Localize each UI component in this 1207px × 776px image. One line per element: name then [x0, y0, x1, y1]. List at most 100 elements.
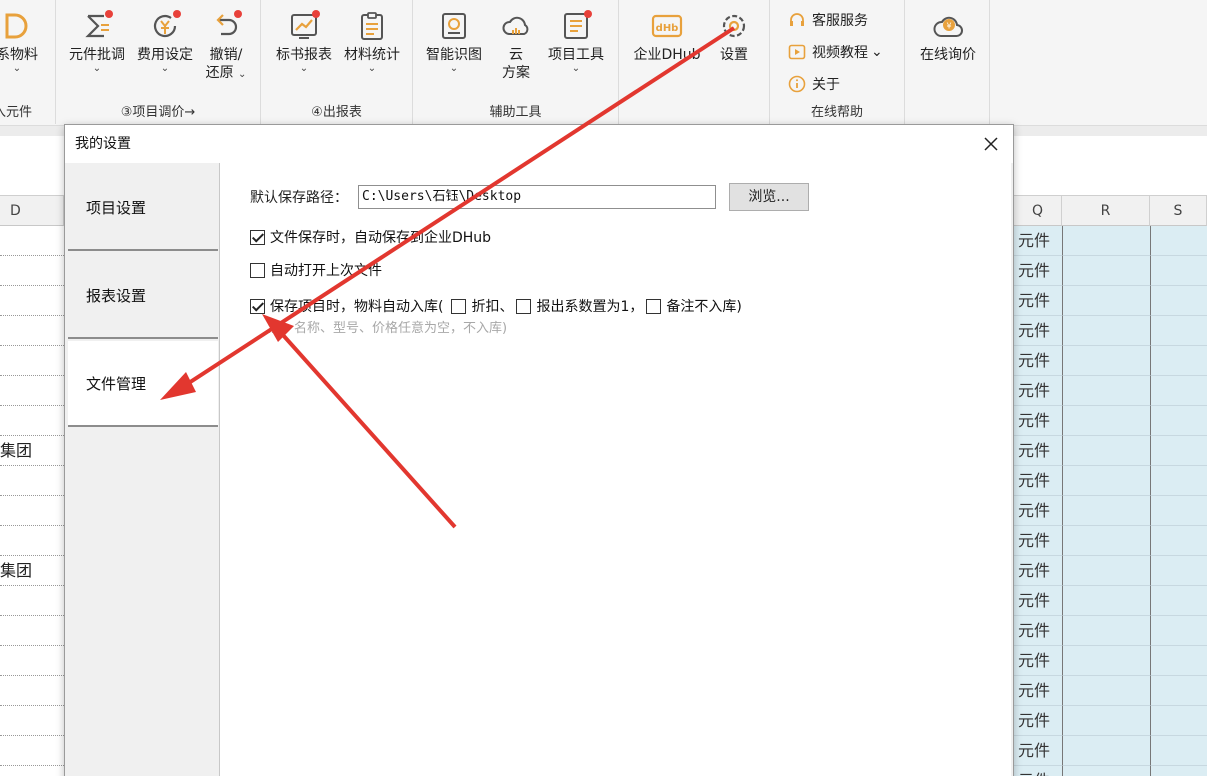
- table-cell[interactable]: [1150, 646, 1207, 676]
- auto-save-dhub-checkbox[interactable]: [250, 229, 265, 245]
- online-inquiry-button[interactable]: ¥ 在线询价: [911, 10, 985, 64]
- table-cell[interactable]: [0, 766, 64, 776]
- table-cell[interactable]: [1062, 346, 1150, 376]
- table-cell[interactable]: [1062, 376, 1150, 406]
- ribbon-button-materials[interactable]: 系物料 ⌄: [0, 10, 48, 74]
- table-cell[interactable]: 元件: [1014, 286, 1062, 316]
- table-cell[interactable]: 元件: [1014, 706, 1062, 736]
- table-cell[interactable]: [1150, 736, 1207, 766]
- auto-save-dhub-option[interactable]: 文件保存时，自动保存到企业DHub: [250, 227, 491, 247]
- table-cell[interactable]: 元件: [1014, 376, 1062, 406]
- cloud-plan-button[interactable]: 云 方案: [495, 10, 537, 82]
- smart-recognize-button[interactable]: 智能识图 ⌄: [421, 10, 487, 74]
- save-path-input[interactable]: C:\Users\石钰\Desktop: [358, 185, 716, 209]
- column-header-d[interactable]: D: [0, 196, 64, 226]
- table-cell[interactable]: [0, 586, 64, 616]
- table-cell[interactable]: 集团: [0, 556, 64, 586]
- table-cell[interactable]: [0, 226, 64, 256]
- table-cell[interactable]: [0, 496, 64, 526]
- table-cell[interactable]: [1150, 376, 1207, 406]
- table-cell[interactable]: [1062, 256, 1150, 286]
- about-button[interactable]: 关于: [788, 74, 840, 94]
- table-cell[interactable]: [0, 616, 64, 646]
- table-cell[interactable]: [1150, 586, 1207, 616]
- table-cell[interactable]: [1150, 436, 1207, 466]
- table-cell[interactable]: [1062, 286, 1150, 316]
- tender-report-button[interactable]: 标书报表 ⌄: [271, 10, 337, 74]
- table-cell[interactable]: [1150, 466, 1207, 496]
- table-cell[interactable]: [1150, 346, 1207, 376]
- nav-report-settings[interactable]: 报表设置: [68, 253, 218, 339]
- table-cell[interactable]: 元件: [1014, 586, 1062, 616]
- table-cell[interactable]: [0, 736, 64, 766]
- column-header-s[interactable]: S: [1150, 196, 1207, 226]
- table-cell[interactable]: [1062, 226, 1150, 256]
- table-cell[interactable]: [1062, 706, 1150, 736]
- table-cell[interactable]: [1150, 286, 1207, 316]
- table-cell[interactable]: [1062, 616, 1150, 646]
- coefficient-checkbox[interactable]: [516, 298, 532, 314]
- undo-restore-button[interactable]: 撤销/ 还原 ⌄: [198, 10, 254, 82]
- batch-adjust-button[interactable]: 元件批调 ⌄: [64, 10, 130, 74]
- auto-stock-checkbox[interactable]: [250, 298, 265, 314]
- table-cell[interactable]: [1062, 496, 1150, 526]
- browse-button[interactable]: 浏览...: [729, 183, 809, 211]
- table-cell[interactable]: 元件: [1014, 436, 1062, 466]
- table-cell[interactable]: [0, 316, 64, 346]
- nav-project-settings[interactable]: 项目设置: [68, 165, 218, 251]
- table-cell[interactable]: [0, 256, 64, 286]
- table-cell[interactable]: [1150, 766, 1207, 776]
- column-header-q[interactable]: Q: [1014, 196, 1062, 226]
- table-cell[interactable]: [1150, 706, 1207, 736]
- table-cell[interactable]: 元件: [1014, 346, 1062, 376]
- table-cell[interactable]: [1150, 496, 1207, 526]
- table-cell[interactable]: [0, 706, 64, 736]
- table-cell[interactable]: 元件: [1014, 466, 1062, 496]
- material-stats-button[interactable]: 材料统计 ⌄: [339, 10, 405, 74]
- table-cell[interactable]: [0, 376, 64, 406]
- table-cell[interactable]: [1062, 466, 1150, 496]
- table-cell[interactable]: [1150, 256, 1207, 286]
- table-cell[interactable]: [0, 286, 64, 316]
- table-cell[interactable]: [0, 346, 64, 376]
- table-cell[interactable]: 元件: [1014, 556, 1062, 586]
- close-icon[interactable]: [981, 134, 1001, 154]
- settings-button[interactable]: 设置: [711, 10, 757, 64]
- discount-checkbox[interactable]: [451, 298, 467, 314]
- table-cell[interactable]: [1062, 676, 1150, 706]
- table-cell[interactable]: [1062, 316, 1150, 346]
- table-cell[interactable]: 元件: [1014, 406, 1062, 436]
- video-tutorial-button[interactable]: 视频教程 ⌄: [788, 42, 883, 62]
- table-cell[interactable]: [0, 676, 64, 706]
- project-tools-button[interactable]: 项目工具 ⌄: [543, 10, 609, 74]
- table-cell[interactable]: [1150, 556, 1207, 586]
- table-cell[interactable]: 元件: [1014, 646, 1062, 676]
- table-cell[interactable]: [1150, 406, 1207, 436]
- table-cell[interactable]: [1062, 646, 1150, 676]
- table-cell[interactable]: 元件: [1014, 676, 1062, 706]
- table-cell[interactable]: [0, 526, 64, 556]
- table-cell[interactable]: [1062, 406, 1150, 436]
- table-cell[interactable]: [0, 406, 64, 436]
- table-cell[interactable]: [1062, 766, 1150, 776]
- table-cell[interactable]: [1062, 526, 1150, 556]
- table-cell[interactable]: [0, 646, 64, 676]
- enterprise-dhub-button[interactable]: dHb 企业DHub: [629, 10, 705, 64]
- table-cell[interactable]: 元件: [1014, 256, 1062, 286]
- table-cell[interactable]: [0, 466, 64, 496]
- open-last-file-option[interactable]: 自动打开上次文件: [250, 260, 382, 280]
- table-cell[interactable]: 元件: [1014, 316, 1062, 346]
- table-cell[interactable]: [1062, 556, 1150, 586]
- nav-file-management[interactable]: 文件管理: [68, 341, 218, 427]
- table-cell[interactable]: 元件: [1014, 736, 1062, 766]
- table-cell[interactable]: [1150, 526, 1207, 556]
- table-cell[interactable]: 集团: [0, 436, 64, 466]
- fee-settings-button[interactable]: 费用设定 ⌄: [132, 10, 198, 74]
- table-cell[interactable]: [1150, 676, 1207, 706]
- table-cell[interactable]: [1150, 316, 1207, 346]
- customer-service-button[interactable]: 客服服务: [788, 10, 868, 30]
- table-cell[interactable]: [1150, 616, 1207, 646]
- table-cell[interactable]: [1150, 226, 1207, 256]
- open-last-file-checkbox[interactable]: [250, 262, 265, 278]
- table-cell[interactable]: 元件: [1014, 766, 1062, 776]
